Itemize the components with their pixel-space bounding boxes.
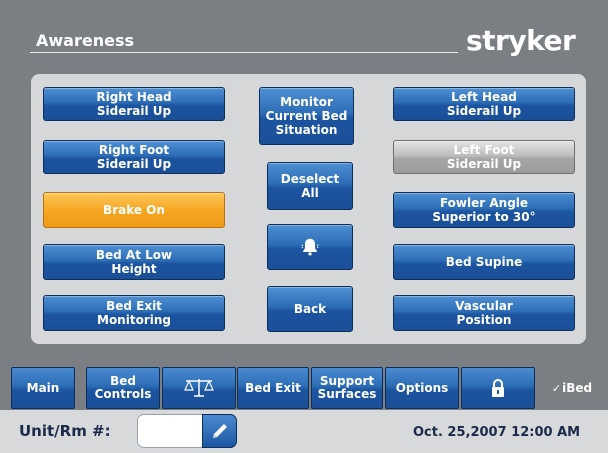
stryker-logo: stryker: [466, 24, 576, 57]
bed-low-height-button[interactable]: Bed At Low Height: [43, 244, 225, 280]
fowler-angle-button[interactable]: Fowler Angle Superior to 30°: [393, 192, 575, 228]
tab-ibed-label: iBed: [562, 380, 593, 395]
deselect-all-button[interactable]: Deselect All: [267, 162, 353, 210]
awareness-panel: Right Head Siderail Up Right Foot Sidera…: [31, 74, 586, 344]
status-bar: Unit/Rm #: Oct. 25,2007 12:00 AM: [0, 410, 608, 453]
scale-icon: [184, 379, 214, 397]
tab-bed-exit[interactable]: Bed Exit: [237, 367, 309, 409]
tab-scale[interactable]: [162, 367, 236, 409]
right-head-siderail-button[interactable]: Right Head Siderail Up: [43, 87, 225, 121]
pencil-icon: [212, 424, 227, 438]
right-foot-siderail-button[interactable]: Right Foot Siderail Up: [43, 140, 225, 174]
monitor-current-bed-situation-button[interactable]: Monitor Current Bed Situation: [259, 87, 354, 145]
tab-bar: Main Bed Controls Bed Exit Support Surfa…: [0, 366, 608, 410]
brake-on-button[interactable]: Brake On: [43, 192, 225, 228]
bed-exit-monitoring-button[interactable]: Bed Exit Monitoring: [43, 295, 225, 331]
tab-support-surfaces[interactable]: Support Surfaces: [311, 367, 383, 409]
vascular-position-button[interactable]: Vascular Position: [393, 295, 575, 331]
bell-icon: [301, 238, 319, 256]
unit-room-label: Unit/Rm #:: [19, 422, 111, 440]
tab-ibed[interactable]: ✓ iBed: [537, 367, 607, 409]
tab-bed-controls[interactable]: Bed Controls: [86, 367, 160, 409]
tab-main[interactable]: Main: [11, 367, 75, 409]
page-title: Awareness: [36, 31, 134, 50]
ibed-logo-icon: ✓: [551, 381, 562, 395]
awareness-screen: Awareness stryker Right Head Siderail Up…: [0, 0, 608, 453]
date-time: Oct. 25,2007 12:00 AM: [413, 425, 581, 440]
tab-lock[interactable]: [461, 367, 535, 409]
left-foot-siderail-button[interactable]: Left Foot Siderail Up: [393, 140, 575, 174]
tab-options[interactable]: Options: [385, 367, 459, 409]
bed-supine-button[interactable]: Bed Supine: [393, 244, 575, 280]
lock-icon: [492, 379, 504, 397]
alarm-bell-button[interactable]: [267, 224, 353, 270]
back-button[interactable]: Back: [267, 286, 353, 332]
title-underline: [30, 52, 458, 53]
edit-unit-button[interactable]: [202, 414, 237, 448]
left-head-siderail-button[interactable]: Left Head Siderail Up: [393, 87, 575, 121]
